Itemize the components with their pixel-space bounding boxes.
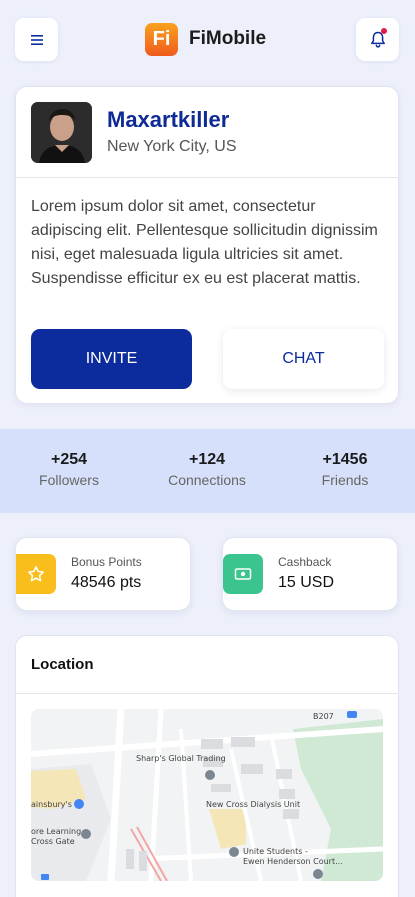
map-label: Unite Students -: [243, 847, 308, 856]
star-icon: [16, 554, 56, 594]
map-label: New Cross Dialysis Unit: [206, 800, 301, 809]
profile-card: Maxartkiller New York City, US Lorem ips…: [15, 86, 399, 404]
map-label: Sharp's Global Trading: [136, 754, 226, 763]
cashback-label: Cashback: [278, 555, 332, 569]
divider: [16, 177, 398, 178]
stat-connections[interactable]: +124 Connections: [138, 451, 276, 488]
stat-label: Connections: [168, 472, 246, 488]
profile-name: Maxartkiller: [107, 107, 230, 132]
avatar-image: [31, 102, 92, 163]
stat-friends[interactable]: +1456 Friends: [276, 451, 414, 488]
map-label: Cross Gate: [31, 837, 75, 846]
stat-value: +124: [188, 451, 226, 468]
notifications-button[interactable]: [356, 18, 399, 61]
map-label: ore Learning: [31, 827, 82, 836]
invite-button[interactable]: INVITE: [31, 329, 192, 389]
bonus-points-value: 48546 pts: [71, 574, 142, 591]
brand-logo: Fi: [145, 22, 178, 56]
menu-button[interactable]: [15, 18, 58, 61]
top-bar: Fi FiMobile: [0, 0, 415, 80]
notification-dot: [381, 28, 387, 34]
stat-followers[interactable]: +254 Followers: [0, 451, 138, 488]
bonus-points-card[interactable]: Bonus Points 48546 pts: [15, 537, 191, 611]
map-graphic: [31, 709, 383, 881]
map-label: ainsbury's: [31, 800, 72, 809]
divider: [16, 693, 398, 694]
stats-band: +254 Followers +124 Connections +1456 Fr…: [0, 429, 415, 513]
map-label: B207: [313, 712, 334, 721]
bonus-points-label: Bonus Points: [71, 555, 142, 569]
cashback-value: 15 USD: [278, 574, 335, 591]
stat-label: Friends: [321, 472, 369, 488]
location-card: Location B207 Sharp's Global Trading New…: [15, 635, 399, 897]
stat-value: +254: [50, 451, 88, 468]
stat-label: Followers: [39, 472, 99, 488]
profile-location: New York City, US: [107, 138, 237, 155]
avatar[interactable]: [31, 102, 92, 163]
stat-value: +1456: [322, 451, 368, 468]
cash-icon: [223, 554, 263, 594]
location-map[interactable]: B207 Sharp's Global Trading New Cross Di…: [31, 709, 383, 881]
cashback-card[interactable]: Cashback 15 USD: [222, 537, 398, 611]
chat-button[interactable]: CHAT: [223, 329, 384, 389]
brand-name: FiMobile: [189, 28, 267, 49]
location-title: Location: [31, 656, 94, 673]
profile-bio: Lorem ipsum dolor sit amet, consectetur …: [31, 198, 378, 287]
hamburger-icon: [30, 34, 43, 45]
brand[interactable]: Fi FiMobile: [145, 22, 266, 56]
map-label: Ewen Henderson Court...: [243, 857, 343, 866]
